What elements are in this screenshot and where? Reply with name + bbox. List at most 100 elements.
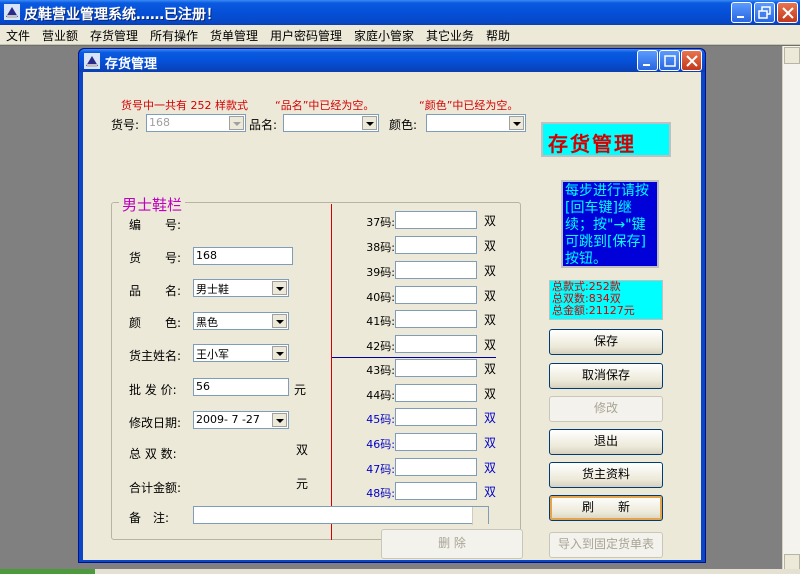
menu-user-password[interactable]: 用户密码管理 [270, 27, 342, 44]
name-combo[interactable] [283, 114, 379, 132]
item-color-combo[interactable]: 黑色 [193, 312, 289, 330]
size-40-label: 40码: [366, 291, 395, 304]
owner-info-button[interactable]: 货主资料 [549, 462, 663, 488]
chevron-down-icon[interactable] [272, 281, 287, 295]
size-48-label: 48码: [366, 487, 395, 500]
code-label: 货号: [111, 118, 140, 132]
date-picker[interactable]: 2009- 7 -27 [193, 411, 289, 429]
menu-inventory[interactable]: 存货管理 [90, 27, 138, 44]
item-name-value: 男士鞋 [196, 283, 229, 296]
color-combo[interactable] [426, 114, 526, 132]
total-pairs-label: 总 双 数: [129, 447, 177, 461]
size-44-input[interactable] [395, 384, 477, 402]
size-44-label: 44码: [366, 389, 395, 402]
menu-all-operations[interactable]: 所有操作 [150, 27, 198, 44]
menu-revenue[interactable]: 营业额 [42, 27, 78, 44]
maximize-icon [664, 55, 676, 67]
remark-input[interactable] [193, 506, 489, 525]
size-40-input[interactable] [395, 286, 477, 304]
name-label: 品名: [249, 118, 278, 132]
inventory-window-titlebar[interactable]: 存货管理 [79, 49, 705, 72]
code-combo-value: 168 [149, 116, 170, 129]
minimize-button[interactable] [731, 2, 752, 23]
size-47-input[interactable] [395, 458, 477, 476]
size-45-unit: 双 [484, 411, 497, 425]
red-divider [331, 204, 332, 540]
size-48-input[interactable] [395, 482, 477, 500]
size-39-input[interactable] [395, 261, 477, 279]
menubar: 文件 营业额 存货管理 所有操作 货单管理 用户密码管理 家庭小管家 其它业务 … [0, 25, 800, 45]
import-fixed-order-button[interactable]: 导入到固定货单表 [549, 532, 663, 558]
notice-name-empty: “品名”中已经为空。 [275, 99, 375, 112]
app-icon [4, 4, 20, 20]
code-combo[interactable]: 168 [146, 114, 246, 132]
chevron-down-icon[interactable] [509, 116, 524, 130]
size-38-input[interactable] [395, 236, 477, 254]
item-name-label: 品 名: [129, 284, 182, 298]
size-42-label: 42码: [366, 340, 395, 353]
menu-home-manager[interactable]: 家庭小管家 [354, 27, 414, 44]
chevron-down-icon[interactable] [272, 314, 287, 328]
size-43-input[interactable] [395, 359, 477, 377]
scroll-up-arrow-icon[interactable] [784, 47, 800, 64]
chevron-down-icon[interactable] [362, 116, 377, 130]
inventory-window-title: 存货管理 [105, 57, 158, 72]
size-39-unit: 双 [484, 264, 497, 278]
price-unit: 元 [294, 383, 307, 397]
menu-other[interactable]: 其它业务 [426, 27, 474, 44]
size-37-label: 37码: [366, 216, 395, 229]
item-code-input[interactable]: 168 [193, 247, 293, 265]
cancel-save-button[interactable]: 取消保存 [549, 363, 663, 389]
number-label: 编 号: [129, 218, 182, 232]
size-43-unit: 双 [484, 362, 497, 376]
close-icon [686, 55, 698, 67]
menu-help[interactable]: 帮助 [486, 27, 510, 44]
chevron-down-icon[interactable] [229, 116, 244, 130]
item-name-combo[interactable]: 男士鞋 [193, 279, 289, 297]
size-46-label: 46码: [366, 438, 395, 451]
child-close-button[interactable] [681, 50, 702, 71]
size-45-input[interactable] [395, 408, 477, 426]
summary-panel: 总款式:252款 总双数:834双 总金额:21127元 [549, 280, 663, 320]
total-amount-unit: 元 [296, 477, 309, 491]
color-label: 颜色: [389, 118, 418, 132]
close-icon [782, 7, 794, 19]
main-vertical-scrollbar[interactable] [782, 46, 800, 574]
total-pairs-unit: 双 [296, 443, 309, 457]
item-color-label: 颜 色: [129, 316, 182, 330]
owner-label: 货主姓名: [129, 349, 182, 363]
menu-orders[interactable]: 货单管理 [210, 27, 258, 44]
price-input[interactable]: 56 [193, 378, 289, 396]
menu-file[interactable]: 文件 [6, 27, 30, 44]
refresh-button[interactable]: 刷 新 [549, 495, 663, 521]
child-minimize-button[interactable] [637, 50, 658, 71]
close-button[interactable] [777, 2, 798, 23]
minimize-icon [737, 16, 744, 18]
chevron-down-icon[interactable] [272, 413, 287, 427]
size-41-input[interactable] [395, 310, 477, 328]
size-42-input[interactable] [395, 335, 477, 353]
instruction-note: 每步进行请按[回车键]继续；按"→"键可跳到[保存]按钮。 [561, 180, 659, 268]
remark-scroll-arrows-icon[interactable] [472, 507, 488, 525]
size-46-input[interactable] [395, 433, 477, 451]
child-maximize-button[interactable] [659, 50, 680, 71]
app-titlebar[interactable]: 皮鞋营业管理系统……已注册！ [0, 0, 800, 25]
notice-color-empty: “颜色”中已经为空。 [419, 99, 519, 112]
size-48-unit: 双 [484, 485, 497, 499]
notice-style-count: 货号中一共有 252 样款式 [121, 99, 248, 112]
save-button[interactable]: 保存 [549, 329, 663, 355]
size-44-unit: 双 [484, 387, 497, 401]
chevron-down-icon[interactable] [272, 346, 287, 360]
size-45-label: 45码: [366, 413, 395, 426]
exit-button[interactable]: 退出 [549, 429, 663, 455]
restore-button[interactable] [754, 2, 775, 23]
delete-button[interactable]: 删 除 [381, 529, 523, 559]
size-37-input[interactable] [395, 211, 477, 229]
restore-icon [758, 6, 771, 19]
modify-button[interactable]: 修改 [549, 396, 663, 422]
size-41-unit: 双 [484, 313, 497, 327]
owner-combo[interactable]: 王小军 [193, 344, 289, 362]
size-47-label: 47码: [366, 463, 395, 476]
remark-label: 备 注: [129, 511, 170, 525]
size-38-unit: 双 [484, 239, 497, 253]
